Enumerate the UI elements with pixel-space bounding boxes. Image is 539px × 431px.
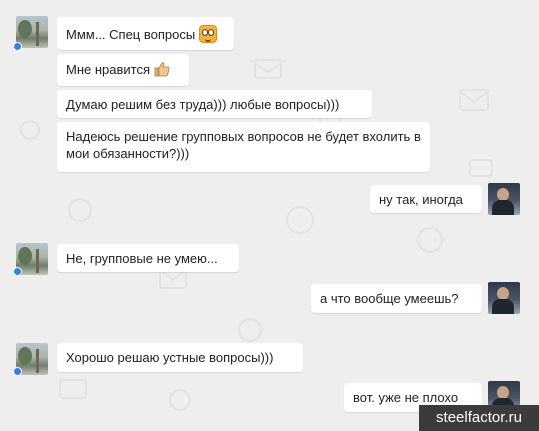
online-status-dot xyxy=(13,42,22,51)
message-text: а что вообще умеешь? xyxy=(320,291,459,306)
user-avatar[interactable] xyxy=(488,282,520,314)
laughing-face-icon xyxy=(199,25,218,43)
message-bubble: а что вообще умеешь? xyxy=(311,284,482,313)
message-bubble: Надеюсь решение групповых вопросов не бу… xyxy=(57,122,430,172)
message-text: Думаю решим без труда))) любые вопросы))… xyxy=(66,97,340,112)
message-text: Ммм... Спец вопросы xyxy=(66,27,196,42)
chat-area: Ммм... Спец вопросы Мне нравится Думаю р… xyxy=(0,0,539,431)
online-status-dot xyxy=(13,267,22,276)
message-bubble: ну так, иногда xyxy=(370,185,482,213)
message-text: ну так, иногда xyxy=(379,192,463,207)
message-bubble: Не, групповые не умею... xyxy=(57,244,239,272)
message-bubble: Хорошо решаю устные вопросы))) xyxy=(57,343,303,372)
message-bubble: Ммм... Спец вопросы xyxy=(57,17,234,50)
message-bubble: Мне нравится xyxy=(57,54,189,86)
message-text: Надеюсь решение групповых вопросов не бу… xyxy=(66,129,421,161)
message-text: Мне нравится xyxy=(66,62,151,77)
watermark-label: steelfactor.ru xyxy=(419,405,539,431)
message-text: Хорошо решаю устные вопросы))) xyxy=(66,350,274,365)
user-avatar[interactable] xyxy=(488,183,520,215)
message-bubble: Думаю решим без труда))) любые вопросы))… xyxy=(57,90,372,118)
thumbs-up-icon xyxy=(154,62,170,77)
message-text: вот. уже не плохо xyxy=(353,390,459,405)
online-status-dot xyxy=(13,367,22,376)
message-text: Не, групповые не умею... xyxy=(66,251,218,266)
